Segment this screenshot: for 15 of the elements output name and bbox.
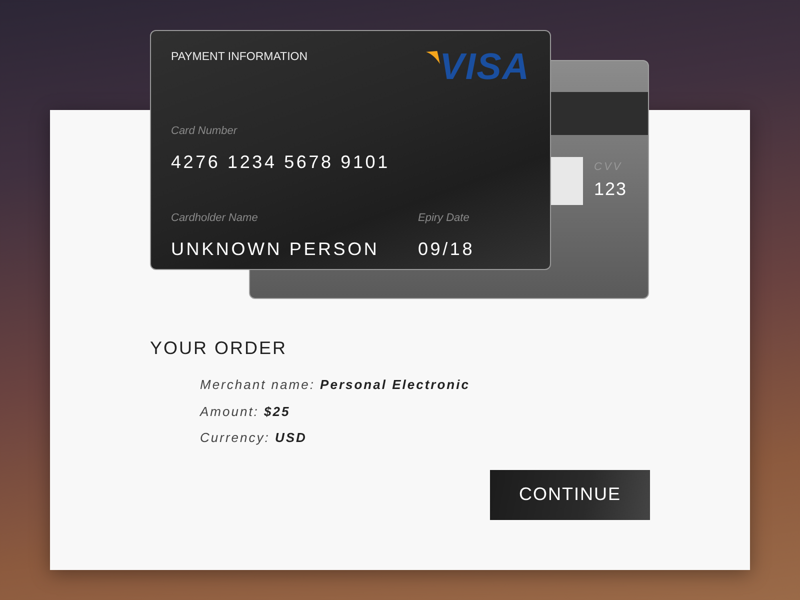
order-title: YOUR ORDER xyxy=(150,337,288,359)
brand-logo: VISA xyxy=(440,49,530,85)
order-detail: Currency: USD xyxy=(200,429,307,447)
field-value: UNKNOWN PERSON xyxy=(171,238,380,260)
card-title: PAYMENT INFORMATION xyxy=(171,51,308,63)
swoosh-icon xyxy=(426,51,440,64)
field-label: Cardholder Name xyxy=(171,211,258,225)
field-value: 4276 1234 5678 9101 xyxy=(171,151,390,173)
continue-button[interactable]: CONTINUE xyxy=(490,470,650,520)
order-detail: Amount: $25 xyxy=(200,402,290,420)
field-label: Epiry Date xyxy=(418,211,470,225)
order-detail: Merchant name: Personal Electronic xyxy=(200,376,470,394)
cvv-value: 123 xyxy=(594,178,628,200)
field-value: 09/18 xyxy=(418,238,475,260)
field-label: Card Number xyxy=(171,124,238,138)
